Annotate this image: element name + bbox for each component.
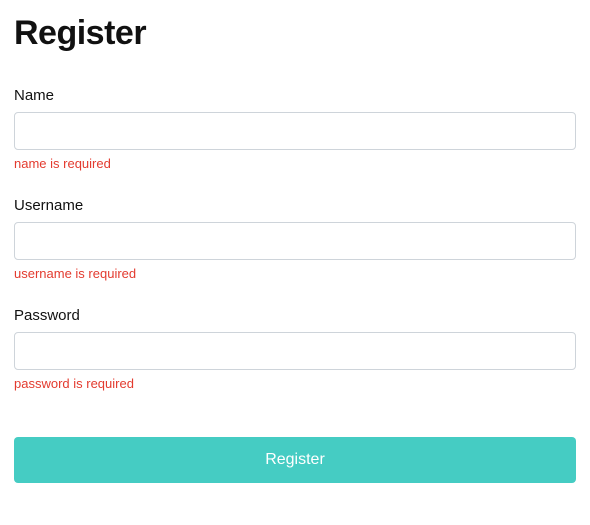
page-title: Register	[14, 14, 576, 53]
password-error: password is required	[14, 376, 576, 391]
password-label: Password	[14, 307, 576, 324]
username-input[interactable]	[14, 222, 576, 260]
name-label: Name	[14, 87, 576, 104]
name-input[interactable]	[14, 112, 576, 150]
password-field-group: Password password is required	[14, 307, 576, 391]
username-field-group: Username username is required	[14, 197, 576, 281]
password-input[interactable]	[14, 332, 576, 370]
register-form: Name name is required Username username …	[14, 87, 576, 483]
username-error: username is required	[14, 266, 576, 281]
name-field-group: Name name is required	[14, 87, 576, 171]
name-error: name is required	[14, 156, 576, 171]
register-button[interactable]: Register	[14, 437, 576, 483]
username-label: Username	[14, 197, 576, 214]
